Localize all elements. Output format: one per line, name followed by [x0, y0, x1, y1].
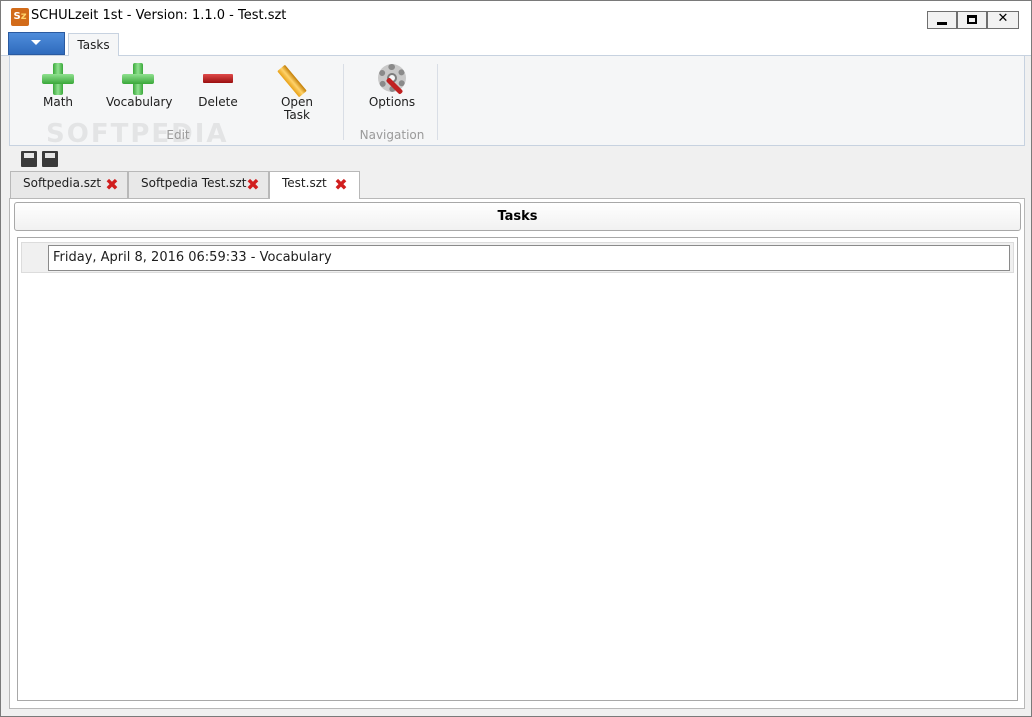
- document-tab-label: Test.szt: [282, 176, 327, 190]
- document-tab-active[interactable]: Test.szt ✖: [269, 171, 360, 200]
- minimize-icon: [937, 22, 947, 25]
- options-button[interactable]: Options: [365, 62, 419, 109]
- task-item[interactable]: Friday, April 8, 2016 06:59:33 - Vocabul…: [48, 245, 1010, 271]
- group-separator: [437, 64, 438, 140]
- plus-icon: [40, 62, 76, 96]
- add-vocabulary-button[interactable]: Vocabulary: [106, 62, 173, 109]
- minus-icon: [200, 62, 236, 96]
- save-icon[interactable]: [42, 151, 58, 167]
- delete-button[interactable]: Delete: [194, 62, 242, 109]
- pencil-icon: [277, 62, 315, 98]
- document-tab[interactable]: Softpedia Test.szt ✖: [128, 171, 269, 199]
- add-math-button[interactable]: Math: [34, 62, 82, 109]
- add-vocabulary-label: Vocabulary: [106, 95, 173, 109]
- document-tab-label: Softpedia Test.szt: [141, 176, 247, 190]
- ribbon-panel: SOFTPEDIA Math Vocabulary Delete Open Ta…: [9, 56, 1025, 149]
- document-tab[interactable]: Softpedia.szt ✖: [10, 171, 128, 199]
- options-label: Options: [368, 95, 416, 109]
- app-logo-letter-2: z: [20, 11, 27, 22]
- document-content: Tasks Friday, April 8, 2016 06:59:33 - V…: [9, 199, 1025, 709]
- dropdown-arrow-icon: [31, 40, 41, 45]
- maximize-button[interactable]: [957, 11, 987, 29]
- group-label-navigation: Navigation: [359, 128, 425, 142]
- window-title: SCHULzeit 1st - Version: 1.1.0 - Test.sz…: [31, 8, 287, 23]
- close-tab-icon[interactable]: ✖: [104, 177, 120, 193]
- minimize-button[interactable]: [927, 11, 957, 29]
- title-bar[interactable]: Sz SCHULzeit 1st - Version: 1.1.0 - Test…: [1, 1, 1031, 31]
- plus-icon: [120, 62, 156, 96]
- close-tab-icon[interactable]: ✖: [245, 177, 261, 193]
- delete-label: Delete: [198, 95, 238, 109]
- ribbon-tab-strip: Tasks: [1, 31, 1031, 57]
- gear-icon: [374, 62, 410, 96]
- open-task-label-line2: Task: [284, 108, 310, 122]
- task-list: Friday, April 8, 2016 06:59:33 - Vocabul…: [17, 237, 1018, 701]
- app-menu-button[interactable]: [8, 32, 65, 55]
- tasks-header[interactable]: Tasks: [14, 202, 1021, 231]
- close-icon: ✕: [997, 11, 1009, 26]
- tab-tasks[interactable]: Tasks: [68, 33, 119, 57]
- close-tab-icon[interactable]: ✖: [333, 177, 349, 193]
- app-logo-icon: Sz: [11, 8, 29, 26]
- app-window: Sz SCHULzeit 1st - Version: 1.1.0 - Test…: [0, 0, 1032, 717]
- group-separator: [343, 64, 344, 140]
- close-window-button[interactable]: ✕: [987, 11, 1019, 29]
- document-tab-label: Softpedia.szt: [23, 176, 102, 190]
- add-math-label: Math: [42, 95, 74, 109]
- open-task-button[interactable]: Open Task: [272, 62, 322, 122]
- task-row[interactable]: Friday, April 8, 2016 06:59:33 - Vocabul…: [21, 242, 1014, 273]
- document-tab-strip: Softpedia.szt ✖ Softpedia Test.szt ✖ Tes…: [9, 171, 1025, 200]
- save-as-icon[interactable]: [21, 151, 37, 167]
- group-label-edit: Edit: [166, 128, 190, 142]
- app-logo-letter: S: [13, 11, 21, 22]
- maximize-icon: [967, 15, 977, 24]
